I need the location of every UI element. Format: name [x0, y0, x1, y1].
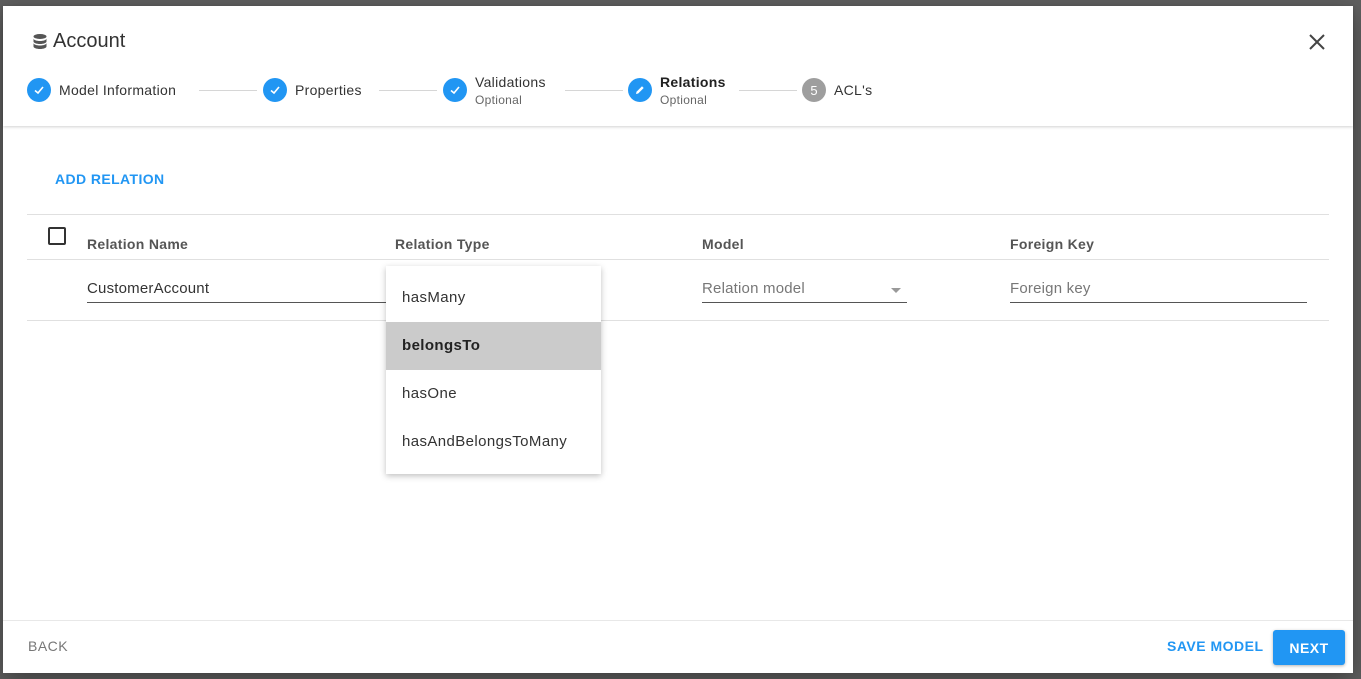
menu-option-belongsto[interactable]: belongsTo: [386, 322, 601, 370]
model-wizard-dialog: Account Model Information Properties Val…: [3, 6, 1353, 673]
column-header-relation-type: Relation Type: [395, 236, 490, 252]
step-connector: [199, 90, 257, 91]
relation-model-placeholder: Relation model: [702, 280, 805, 297]
column-header-foreign-key: Foreign Key: [1010, 236, 1095, 252]
step-sublabel: Optional: [660, 92, 708, 107]
step-connector: [379, 90, 437, 91]
step-properties[interactable]: Properties: [263, 76, 362, 104]
check-icon: [443, 78, 467, 102]
pencil-icon: [628, 78, 652, 102]
step-relations[interactable]: Relations Optional: [628, 66, 726, 114]
save-model-button[interactable]: SAVE MODEL: [1167, 638, 1264, 654]
column-header-model: Model: [702, 236, 744, 252]
dialog-title: Account: [31, 30, 125, 53]
dialog-title-text: Account: [53, 30, 126, 52]
step-label: Validations: [475, 73, 546, 90]
table-divider: [27, 259, 1329, 260]
wizard-stepper: Model Information Properties Validations…: [27, 74, 907, 107]
step-sublabel: Optional: [475, 92, 523, 107]
close-icon[interactable]: [1307, 32, 1327, 52]
dialog-header: Account Model Information Properties Val…: [3, 6, 1353, 126]
table-divider: [27, 214, 1329, 215]
step-connector: [565, 90, 623, 91]
menu-option-hasandbelongstomany[interactable]: hasAndBelongsToMany: [386, 418, 601, 466]
dropdown-arrow-icon: [891, 288, 901, 293]
step-acls[interactable]: 5 ACL's: [802, 76, 872, 104]
check-icon: [27, 78, 51, 102]
foreign-key-input[interactable]: Foreign key: [1010, 280, 1307, 303]
add-relation-button[interactable]: ADD RELATION: [55, 171, 165, 187]
menu-option-hasone[interactable]: hasOne: [386, 370, 601, 418]
check-icon: [263, 78, 287, 102]
next-button[interactable]: NEXT: [1273, 630, 1345, 665]
step-label: Relations: [660, 73, 726, 90]
menu-option-hasmany[interactable]: hasMany: [386, 274, 601, 322]
select-all-checkbox[interactable]: [48, 227, 66, 245]
step-label: ACL's: [834, 82, 873, 98]
relation-type-menu: hasMany belongsTo hasOne hasAndBelongsTo…: [386, 266, 601, 474]
step-label: Model Information: [59, 82, 177, 98]
relation-name-input[interactable]: CustomerAccount: [87, 280, 387, 303]
step-validations[interactable]: Validations Optional: [443, 66, 546, 114]
step-connector: [739, 90, 797, 91]
step-number: 5: [802, 78, 826, 102]
database-icon: [31, 33, 49, 51]
step-model-information[interactable]: Model Information: [27, 76, 176, 104]
table-divider: [27, 320, 1329, 321]
step-label: Properties: [295, 82, 362, 98]
column-header-relation-name: Relation Name: [87, 236, 189, 252]
back-button[interactable]: BACK: [28, 638, 68, 654]
relation-model-select[interactable]: Relation model: [702, 280, 907, 303]
footer-divider: [3, 620, 1353, 621]
